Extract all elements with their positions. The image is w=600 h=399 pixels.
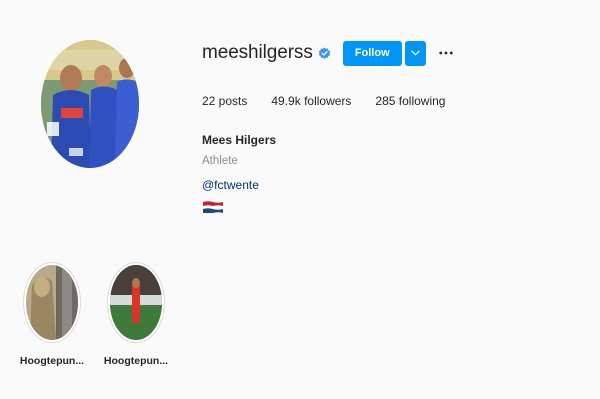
chevron-down-icon	[411, 50, 420, 56]
profile-avatar[interactable]	[41, 40, 139, 168]
highlight-label: Hoogtepun...	[19, 355, 85, 367]
highlight-cover-image	[110, 265, 162, 340]
profile-page: meeshilgerss Follow 22 posts 49.9k follo…	[0, 0, 600, 399]
posts-count: 22 posts	[202, 94, 248, 108]
bio-mention-link[interactable]: @fctwente	[202, 178, 259, 192]
verified-badge-icon	[318, 46, 331, 60]
profile-stats: 22 posts 49.9k followers 285 following	[202, 94, 469, 108]
more-options-button[interactable]	[436, 43, 456, 63]
username: meeshilgerss	[202, 42, 313, 63]
followers-link[interactable]: 49.9k followers	[271, 94, 351, 108]
story-highlight[interactable]: Hoogtepun...	[96, 262, 176, 367]
full-name: Mees Hilgers	[202, 133, 277, 147]
profile-category: Athlete	[202, 155, 238, 167]
following-link[interactable]: 285 following	[375, 94, 445, 108]
profile-header: meeshilgerss Follow	[202, 40, 456, 66]
story-highlight[interactable]: Hoogtepun...	[12, 262, 92, 367]
highlight-cover-ring[interactable]	[23, 262, 81, 343]
suggested-accounts-button[interactable]	[404, 40, 426, 66]
netherlands-flag-icon	[203, 200, 223, 214]
follow-button[interactable]: Follow	[342, 40, 402, 66]
ellipsis-icon	[439, 51, 453, 55]
highlight-cover-image	[26, 265, 78, 340]
highlight-cover-ring[interactable]	[107, 262, 165, 343]
highlight-label: Hoogtepun...	[103, 355, 169, 367]
